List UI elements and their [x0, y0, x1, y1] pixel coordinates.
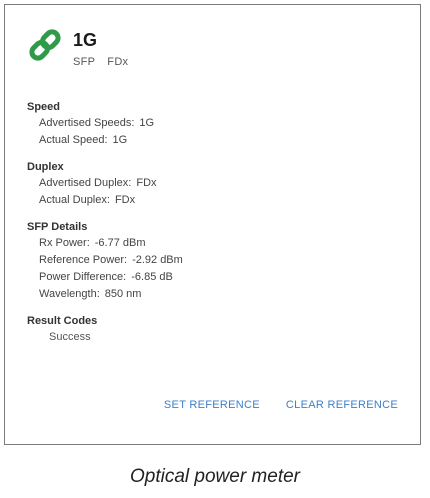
actual-duplex-label: Actual Duplex: [39, 194, 110, 206]
advertised-duplex-label: Advertised Duplex: [39, 177, 131, 189]
result-code-value: Success: [49, 331, 91, 343]
optical-power-meter-card: 1G SFP FDx Speed Advertised Speeds 1G Actu…: [4, 4, 421, 445]
power-difference-row: Power Difference -6.85 dB: [27, 269, 407, 286]
set-reference-button[interactable]: SET REFERENCE: [164, 397, 260, 413]
power-difference-label: Power Difference: [39, 271, 126, 283]
advertised-speeds-value: 1G: [139, 117, 155, 129]
clear-reference-button[interactable]: CLEAR REFERENCE: [286, 397, 398, 413]
actual-duplex-value: FDx: [114, 194, 136, 206]
link-icon: [29, 29, 61, 61]
reference-power-row: Reference Power -2.92 dBm: [27, 252, 407, 269]
sfp-details-section: SFP Details Rx Power -6.77 dBm Reference …: [27, 219, 407, 303]
figure-caption: Optical power meter: [129, 466, 300, 487]
link-header: 1G SFP FDx: [27, 27, 128, 68]
power-difference-value: -6.85 dB: [131, 271, 173, 283]
actual-speed-label: Actual Speed: [39, 134, 108, 146]
title-block: 1G SFP FDx: [73, 29, 128, 68]
duplex-section: Duplex Advertised Duplex FDx Actual Duple…: [27, 159, 407, 209]
actual-speed-value: 1G: [112, 134, 128, 146]
advertised-duplex-value: FDx: [136, 177, 157, 189]
speed-section: Speed Advertised Speeds 1G Actual Speed 1G: [27, 99, 407, 149]
action-bar: SET REFERENCE CLEAR REFERENCE: [27, 397, 398, 413]
sfp-details-title: SFP Details: [27, 221, 88, 233]
duplex-section-title: Duplex: [27, 161, 64, 173]
advertised-speeds-label: Advertised Speeds: [39, 117, 134, 129]
media-type-label: SFP: [73, 56, 96, 68]
actual-speed-row: Actual Speed 1G: [27, 132, 407, 149]
speed-section-title: Speed: [27, 101, 61, 113]
reference-power-value: -2.92 dBm: [132, 254, 183, 266]
wavelength-value: 850 nm: [104, 288, 142, 300]
link-subtitle: SFP FDx: [73, 56, 128, 68]
advertised-duplex-row: Advertised Duplex FDx: [27, 175, 407, 192]
reference-power-label: Reference Power: [39, 254, 127, 266]
actual-duplex-row: Actual Duplex FDx: [27, 192, 407, 209]
duplex-label: FDx: [107, 56, 129, 68]
result-codes-title: Result Codes: [27, 315, 98, 327]
link-speed-title: 1G: [73, 30, 98, 50]
result-codes-section: Result Codes Success: [27, 313, 407, 346]
rx-power-row: Rx Power -6.77 dBm: [27, 235, 407, 252]
advertised-speeds-row: Advertised Speeds 1G: [27, 115, 407, 132]
wavelength-row: Wavelength 850 nm: [27, 286, 407, 303]
rx-power-value: -6.77 dBm: [94, 237, 146, 249]
rx-power-label: Rx Power: [39, 237, 90, 249]
wavelength-label: Wavelength: [39, 288, 100, 300]
details-content: Speed Advertised Speeds 1G Actual Speed 1G…: [27, 99, 407, 356]
